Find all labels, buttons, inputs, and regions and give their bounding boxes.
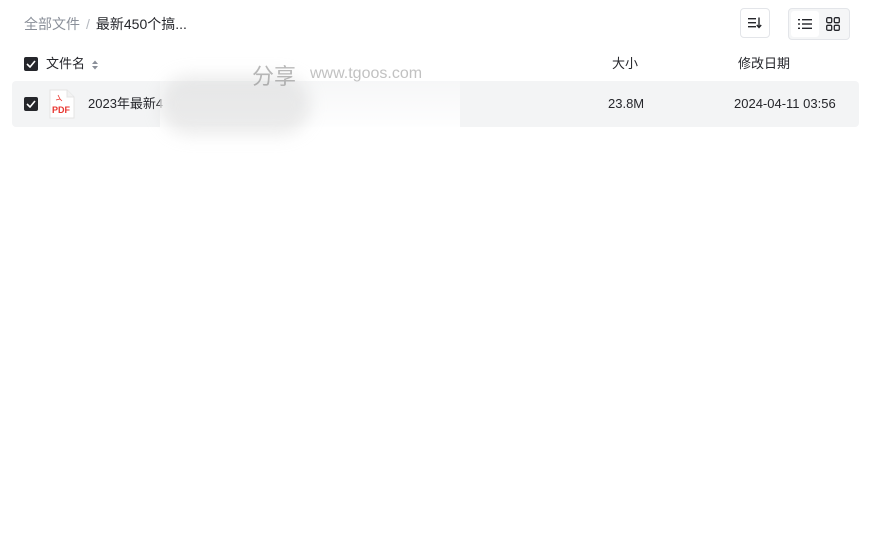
breadcrumb-separator: / <box>86 16 90 32</box>
row-checkbox[interactable] <box>24 97 38 111</box>
column-header-name-label: 文件名 <box>46 56 86 71</box>
grid-view-button[interactable] <box>819 11 847 37</box>
breadcrumb-current: 最新450个搞... <box>95 16 187 32</box>
svg-text:PDF: PDF <box>52 105 71 115</box>
list-view-button[interactable] <box>791 11 819 37</box>
check-icon <box>26 100 36 108</box>
column-header-name[interactable]: 文件名 <box>46 48 98 80</box>
table-row[interactable]: PDF 2023年最新4 23.8M 2024-04-11 03:56 <box>12 81 859 127</box>
view-toggle <box>788 8 850 40</box>
pdf-file-icon: PDF <box>49 89 75 119</box>
breadcrumb-root[interactable]: 全部文件 <box>24 16 80 32</box>
file-name[interactable]: 2023年最新4 <box>88 81 163 127</box>
list-view-icon <box>798 19 812 29</box>
select-all-checkbox[interactable] <box>24 57 38 71</box>
column-header-modified[interactable]: 修改日期 <box>738 48 790 80</box>
breadcrumb: 全部文件 / 最新450个搞... <box>24 14 187 34</box>
file-modified-date: 2024-04-11 03:56 <box>734 96 836 111</box>
table-header: 文件名 大小 修改日期 <box>12 48 859 80</box>
sort-descending-icon <box>748 17 762 29</box>
check-icon <box>26 60 36 68</box>
grid-view-icon <box>826 17 840 31</box>
sort-button[interactable] <box>740 8 770 38</box>
file-size: 23.8M <box>608 96 645 111</box>
sort-toggle-icon <box>91 60 98 70</box>
top-bar: 全部文件 / 最新450个搞... <box>24 14 850 34</box>
column-header-size[interactable]: 大小 <box>612 48 638 80</box>
